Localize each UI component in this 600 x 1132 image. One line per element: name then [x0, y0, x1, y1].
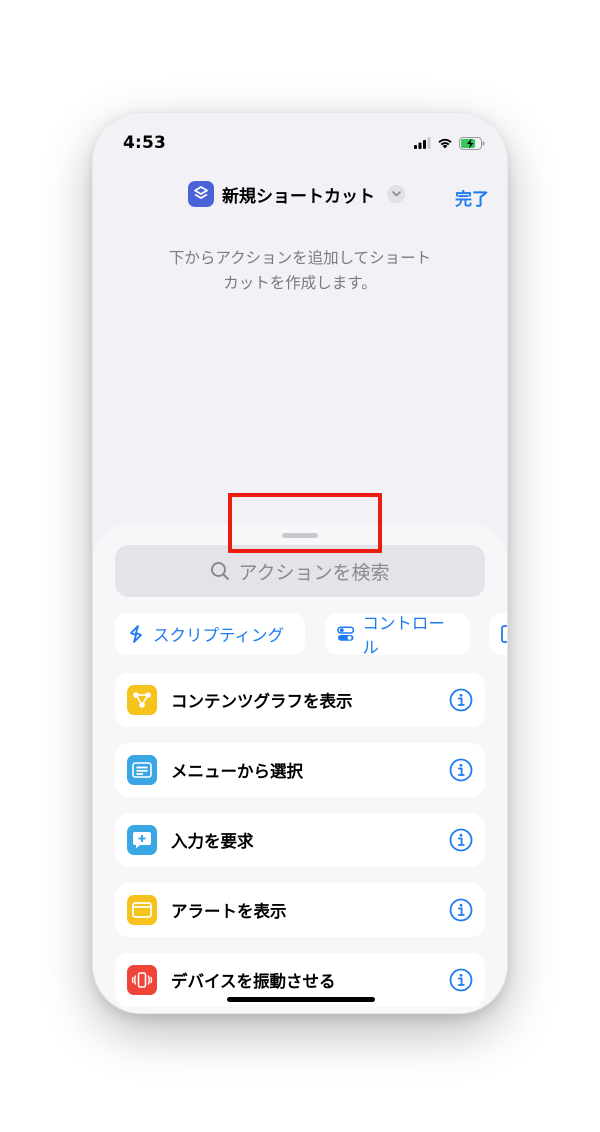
empty-hint-line-2: カットを作成します。 [223, 274, 377, 292]
menu-icon [127, 755, 157, 785]
info-icon[interactable] [449, 758, 473, 782]
search-placeholder: アクションを検索 [238, 561, 390, 584]
empty-hint-line-1: 下からアクションを追加してショート [168, 249, 432, 267]
document-icon [501, 625, 507, 643]
status-icons [414, 135, 485, 151]
wifi-icon [438, 138, 452, 149]
category-control[interactable]: コントロール [325, 613, 470, 657]
action-label: メニューから選択 [171, 762, 303, 781]
category-scripting-label: スクリプティング [153, 626, 285, 645]
highlight-box [228, 493, 382, 553]
info-icon[interactable] [449, 898, 473, 922]
action-sheet: アクションを検索 スクリプティング コントロール コンテンツグラフを表示 メニュ… [93, 523, 507, 1013]
status-time: 4:53 [123, 133, 167, 153]
vibrate-icon [127, 965, 157, 995]
action-label: デバイスを振動させる [171, 972, 336, 991]
category-next-partial[interactable] [489, 613, 507, 655]
info-icon[interactable] [449, 968, 473, 992]
info-icon[interactable] [449, 828, 473, 852]
toggle-icon [337, 626, 355, 641]
action-show-alert[interactable]: アラートを表示 [115, 883, 485, 937]
action-choose-from-menu[interactable]: メニューから選択 [115, 743, 485, 797]
info-icon[interactable] [449, 688, 473, 712]
action-label: コンテンツグラフを表示 [171, 692, 353, 711]
category-chips: スクリプティング コントロール [93, 613, 507, 669]
action-label: 入力を要求 [171, 832, 254, 851]
action-ask-for-input[interactable]: 入力を要求 [115, 813, 485, 867]
status-bar: 4:53 [93, 113, 507, 173]
cellular-signal-icon [414, 137, 431, 149]
category-control-label: コントロール [362, 614, 445, 657]
shortcuts-app-icon [188, 181, 214, 207]
speech-bubble-plus-icon [127, 825, 157, 855]
chevron-down-icon [387, 185, 405, 203]
category-scripting[interactable]: スクリプティング [115, 613, 305, 655]
navigation-bar: 新規ショートカット 完了 [93, 173, 507, 217]
scripting-icon [130, 625, 142, 643]
page-title: 新規ショートカット [222, 186, 375, 207]
search-icon [211, 562, 230, 581]
battery-charging-icon [459, 136, 485, 150]
empty-state-hint: 下からアクションを追加してショート カットを作成します。 [133, 246, 467, 296]
action-show-content-graph[interactable]: コンテンツグラフを表示 [115, 673, 485, 727]
action-label: アラートを表示 [171, 902, 287, 921]
phone-screen: 4:53 新規ショートカット 完了 下からアクションを追加してショート カットを… [93, 113, 507, 1013]
done-button[interactable]: 完了 [455, 185, 489, 210]
graph-icon [127, 685, 157, 715]
window-icon [127, 895, 157, 925]
home-indicator[interactable] [227, 997, 375, 1002]
shortcut-title-menu[interactable]: 新規ショートカット [188, 181, 405, 207]
